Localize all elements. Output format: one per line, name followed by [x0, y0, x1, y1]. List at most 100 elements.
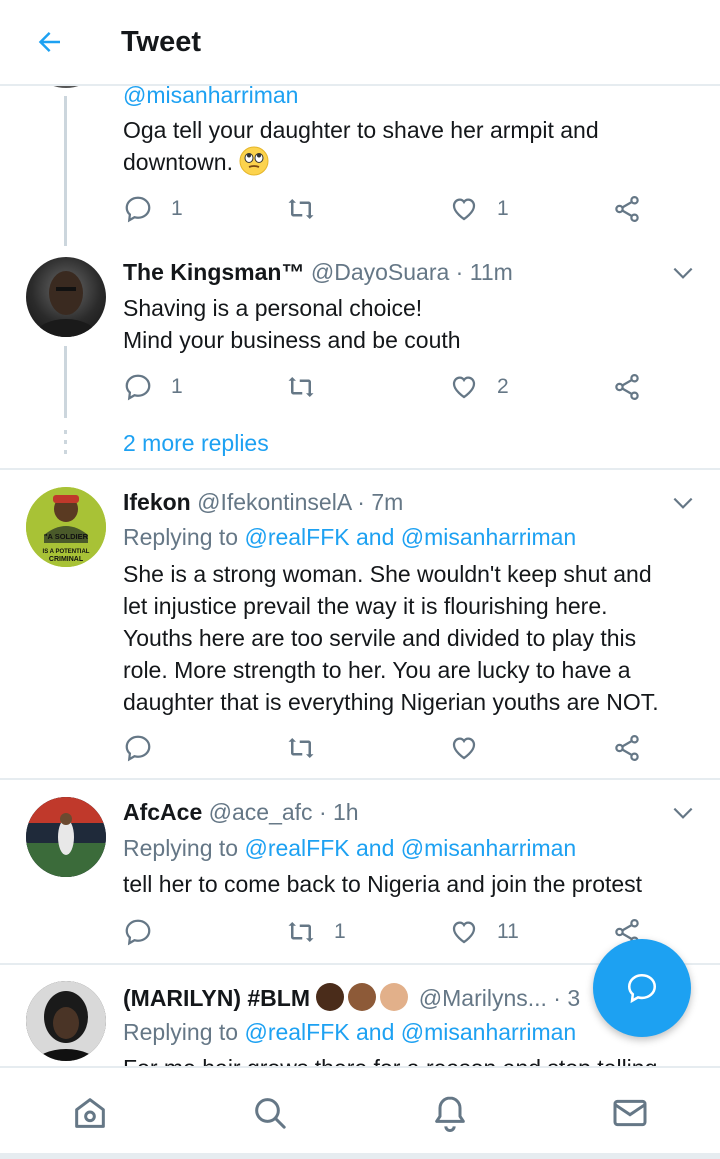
- share-button[interactable]: [612, 731, 642, 765]
- timestamp[interactable]: 1h: [333, 799, 359, 825]
- replying-to: Replying to @realFFK and @misanharriman: [123, 835, 577, 861]
- more-replies-link[interactable]: 2 more replies: [123, 428, 269, 458]
- share-icon: [615, 735, 639, 761]
- retweet-button[interactable]: 1: [286, 915, 346, 949]
- avatar[interactable]: [26, 797, 106, 877]
- retweet-icon: [288, 377, 314, 397]
- reply-button[interactable]: [123, 731, 153, 765]
- replying-to-mentions[interactable]: @realFFK and @misanharriman: [244, 835, 576, 861]
- tab-notifications[interactable]: [429, 1092, 471, 1134]
- tab-search[interactable]: [249, 1092, 291, 1134]
- avatar-photo: [26, 797, 106, 877]
- heart-icon: [452, 376, 476, 399]
- tweet-text: Shaving is a personal choice! Mind your …: [123, 295, 461, 353]
- display-name[interactable]: Ifekon: [123, 489, 191, 515]
- comment-icon: [125, 374, 151, 401]
- display-name[interactable]: AfcAce: [123, 799, 202, 825]
- thread-line: [64, 346, 67, 418]
- tweet-text: For me hair grows there for a reason and…: [123, 1052, 698, 1066]
- avatar-photo: [36, 271, 96, 337]
- top-app-bar: Tweet: [0, 0, 720, 86]
- heart-icon: [452, 921, 476, 944]
- tweet-feed[interactable]: @misanharriman Oga tell your daughter to…: [0, 86, 720, 1066]
- retweet-button[interactable]: [286, 731, 316, 765]
- avatar-photo: [26, 981, 106, 1061]
- replying-to-mentions[interactable]: @realFFK and @misanharriman: [244, 524, 576, 550]
- retweet-button[interactable]: [286, 192, 316, 226]
- tweet-text: She is a strong woman. She wouldn't keep…: [123, 561, 659, 715]
- timestamp[interactable]: 3: [567, 985, 580, 1011]
- avatar[interactable]: [26, 257, 106, 337]
- reply-button[interactable]: 1: [123, 370, 183, 404]
- svg-text:CRIMINAL: CRIMINAL: [49, 556, 84, 563]
- chevron-down-icon[interactable]: [670, 490, 696, 516]
- thread-dots: [64, 430, 67, 460]
- bell-icon: [435, 1096, 465, 1132]
- share-icon: [615, 374, 639, 400]
- tweet-text: tell her to come back to Nigeria and joi…: [123, 871, 643, 897]
- share-icon: [615, 196, 639, 222]
- tweet-header: AfcAce @ace_afc · 1h: [123, 799, 359, 825]
- chevron-down-icon[interactable]: [670, 800, 696, 826]
- timestamp[interactable]: 11m: [470, 259, 513, 285]
- replying-to: Replying to @realFFK and @misanharriman: [123, 1019, 577, 1045]
- avatar[interactable]: [26, 86, 106, 88]
- system-nav-bar: [0, 1153, 720, 1159]
- user-handle[interactable]: @ace_afc: [209, 799, 313, 825]
- comment-icon: [125, 196, 151, 223]
- arrow-left-icon: [38, 32, 60, 52]
- comment-icon: [125, 919, 151, 946]
- tweet-text: Oga tell your daughter to shave her armp…: [123, 117, 599, 176]
- raised-fist-light-emoji-icon: [380, 983, 409, 1011]
- retweet-icon: [288, 199, 314, 219]
- avatar[interactable]: [26, 981, 106, 1061]
- page-title: Tweet: [121, 26, 202, 58]
- bottom-nav: [0, 1066, 720, 1159]
- user-handle[interactable]: @DayoSuara: [311, 259, 449, 285]
- tweet-header: The Kingsman™ @DayoSuara · 11m: [123, 259, 513, 285]
- raised-fist-dark-emoji-icon: [316, 983, 345, 1011]
- comment-icon: [125, 735, 151, 762]
- user-handle[interactable]: @Marilyns...: [419, 985, 547, 1011]
- replying-to: Replying to @realFFK and @misanharriman: [123, 524, 577, 550]
- svg-text:"A SOLDIER: "A SOLDIER: [44, 532, 89, 541]
- thread-line: [64, 96, 67, 246]
- retweet-icon: [288, 922, 314, 942]
- like-button[interactable]: [449, 731, 479, 765]
- face-with-rolling-eyes-emoji-icon: [239, 146, 269, 176]
- search-icon: [255, 1098, 286, 1129]
- user-handle[interactable]: @IfekontinselA: [197, 489, 351, 515]
- tab-home[interactable]: [69, 1092, 111, 1134]
- display-name[interactable]: (MARILYN) #BLM: [123, 985, 310, 1011]
- back-button[interactable]: [30, 22, 70, 62]
- home-icon: [75, 1098, 105, 1128]
- reply-button[interactable]: 1: [123, 192, 183, 226]
- divider: [0, 468, 720, 470]
- avatar[interactable]: "A SOLDIER IS A POTENTIAL CRIMINAL: [26, 487, 106, 567]
- compose-bubble-icon: [627, 973, 657, 1004]
- reply-button[interactable]: [123, 915, 153, 949]
- chevron-down-icon[interactable]: [670, 260, 696, 286]
- display-name[interactable]: The Kingsman™: [123, 259, 304, 285]
- raised-fist-medium-emoji-icon: [348, 983, 377, 1011]
- tweet-header: (MARILYN) #BLM @Marilyns... · 3: [123, 983, 581, 1011]
- like-button[interactable]: 1: [449, 192, 509, 226]
- svg-text:IS A POTENTIAL: IS A POTENTIAL: [43, 549, 90, 555]
- compose-reply-button[interactable]: [593, 939, 691, 1037]
- timestamp[interactable]: 7m: [371, 489, 403, 515]
- heart-icon: [452, 198, 476, 221]
- avatar-photo: "A SOLDIER IS A POTENTIAL CRIMINAL: [26, 487, 106, 567]
- tweet-header: Ifekon @IfekontinselA · 7m: [123, 489, 404, 515]
- heart-icon: [452, 737, 476, 760]
- divider: [0, 778, 720, 780]
- like-button[interactable]: 2: [449, 370, 509, 404]
- share-button[interactable]: [612, 192, 642, 226]
- like-button[interactable]: 11: [449, 915, 519, 949]
- retweet-button[interactable]: [286, 370, 316, 404]
- envelope-icon: [613, 1099, 647, 1127]
- tweet-mention[interactable]: @misanharriman: [123, 86, 298, 110]
- retweet-icon: [288, 738, 314, 758]
- share-button[interactable]: [612, 370, 642, 404]
- tab-messages[interactable]: [609, 1092, 651, 1134]
- replying-to-mentions[interactable]: @realFFK and @misanharriman: [244, 1019, 576, 1045]
